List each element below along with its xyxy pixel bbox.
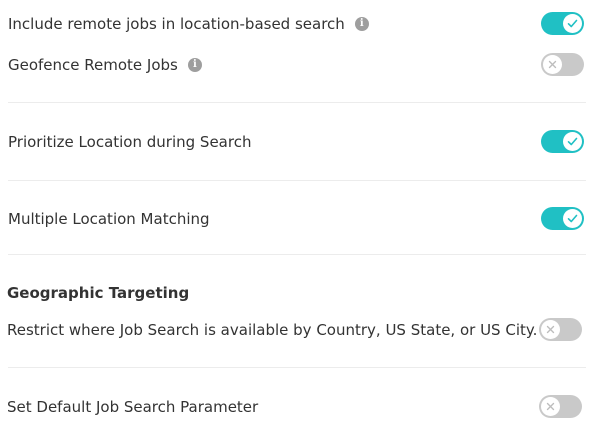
x-icon [541, 397, 560, 416]
setting-label-multiple-location: Multiple Location Matching [8, 209, 210, 228]
setting-row-geofence-remote: Geofence Remote Jobs i [8, 53, 584, 76]
setting-label-text: Include remote jobs in location-based se… [8, 14, 345, 33]
info-icon[interactable]: i [187, 57, 202, 72]
toggle-default-search-parameter[interactable] [539, 395, 582, 418]
setting-row-default-search-parameter: Set Default Job Search Parameter [7, 395, 582, 418]
toggle-include-remote[interactable] [541, 12, 584, 35]
divider [8, 367, 586, 368]
setting-row-prioritize-location: Prioritize Location during Search [8, 130, 584, 153]
setting-row-multiple-location: Multiple Location Matching [8, 207, 584, 230]
divider [8, 102, 586, 103]
location-settings-panel: Include remote jobs in location-based se… [0, 0, 600, 433]
toggle-prioritize-location[interactable] [541, 130, 584, 153]
setting-label-geofence-remote: Geofence Remote Jobs i [8, 56, 202, 74]
section-heading-geographic-targeting: Geographic Targeting [7, 284, 190, 302]
setting-label-text: Geofence Remote Jobs [8, 55, 178, 74]
setting-label-prioritize-location: Prioritize Location during Search [8, 132, 252, 151]
toggle-multiple-location[interactable] [541, 207, 584, 230]
setting-label-include-remote: Include remote jobs in location-based se… [8, 15, 369, 33]
check-icon [563, 209, 582, 228]
x-icon [541, 320, 560, 339]
check-icon [563, 132, 582, 151]
info-icon[interactable]: i [354, 16, 369, 31]
setting-label-default-search-parameter: Set Default Job Search Parameter [7, 397, 259, 416]
toggle-restrict-availability[interactable] [539, 318, 582, 341]
setting-row-include-remote: Include remote jobs in location-based se… [8, 12, 584, 35]
setting-row-restrict-availability: Restrict where Job Search is available b… [7, 318, 582, 341]
check-icon [563, 14, 582, 33]
x-icon [543, 55, 562, 74]
divider [8, 254, 586, 255]
toggle-geofence-remote[interactable] [541, 53, 584, 76]
divider [8, 180, 586, 181]
setting-label-restrict-availability: Restrict where Job Search is available b… [7, 320, 538, 339]
